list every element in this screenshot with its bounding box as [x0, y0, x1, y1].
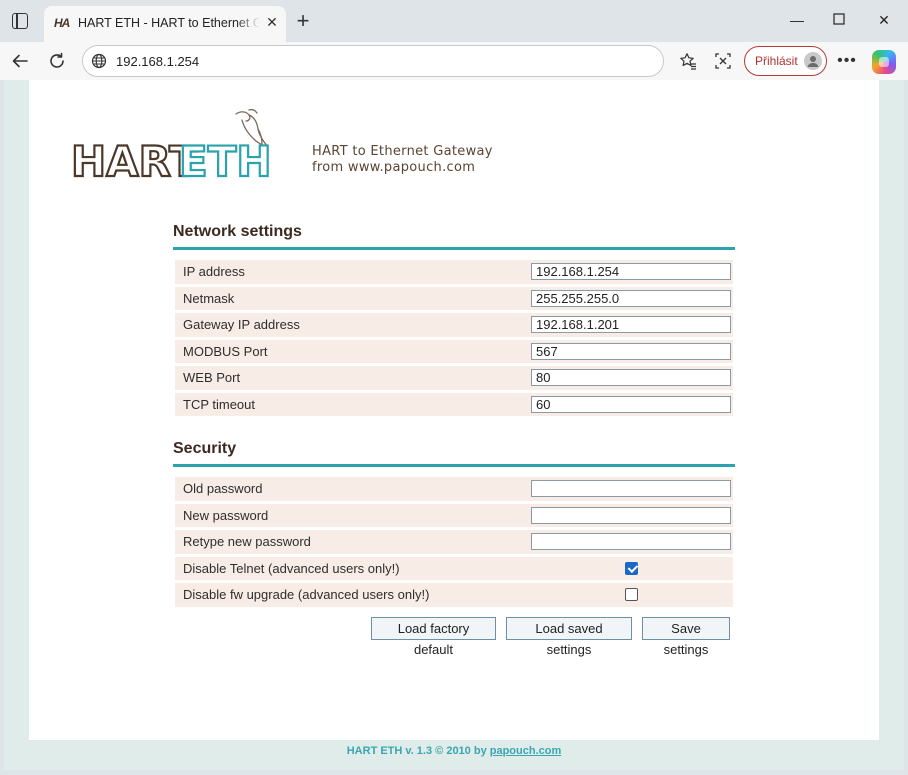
tcp-timeout-label: TCP timeout — [183, 396, 256, 412]
disable-fw-upgrade-label: Disable fw upgrade (advanced users only!… — [183, 587, 430, 602]
disable-telnet-checkbox[interactable] — [625, 561, 638, 575]
copilot-icon[interactable] — [872, 50, 896, 74]
security-table: Old password New password Retype new pas… — [175, 477, 733, 610]
screenshot-icon[interactable] — [713, 51, 733, 71]
minimize-icon[interactable]: — — [787, 10, 807, 30]
globe-icon — [91, 53, 107, 69]
table-row: Old password — [175, 477, 733, 501]
new-password-label: New password — [183, 507, 269, 523]
retype-password-label: Retype new password — [183, 534, 311, 549]
load-saved-settings-button[interactable]: Load saved settings — [506, 617, 632, 657]
close-tab-icon[interactable]: ✕ — [264, 14, 280, 30]
web-port-input[interactable] — [531, 369, 731, 386]
avatar-icon — [804, 52, 822, 70]
save-settings-button[interactable]: Save settings — [642, 617, 730, 657]
sign-in-button[interactable]: Přihlásit — [744, 46, 827, 76]
table-row: Disable Telnet (advanced users only!) — [175, 556, 733, 580]
table-row: TCP timeout — [175, 392, 733, 416]
security-title: Security — [173, 440, 735, 467]
tab-title: HART ETH - HART to Ethernet Gateway — [78, 16, 260, 30]
table-row: MODBUS Port — [175, 339, 733, 363]
table-row: IP address — [175, 260, 733, 284]
table-row: Retype new password — [175, 530, 733, 554]
browser-tab[interactable]: HA HART ETH - HART to Ethernet Gateway ✕ — [44, 6, 286, 42]
tagline: HART to Ethernet Gateway from www.papouc… — [312, 144, 493, 176]
modbus-port-input[interactable] — [531, 342, 731, 360]
table-row: New password — [175, 503, 733, 527]
more-options-icon[interactable]: ••• — [837, 51, 857, 71]
gateway-ip-label: Gateway IP address — [183, 317, 300, 332]
footer-text: HART ETH v. 1.3 © 2010 by — [346, 745, 490, 757]
logo-text-eth: ETH — [179, 137, 272, 180]
page-footer: HART ETH v. 1.3 © 2010 by papouch.com — [4, 745, 904, 757]
page-viewport: HART ETH HART to Ethernet Gateway from w… — [4, 80, 904, 770]
sign-in-label: Přihlásit — [755, 54, 798, 68]
footer-link[interactable]: papouch.com — [490, 745, 562, 757]
close-window-icon[interactable]: ✕ — [874, 10, 894, 30]
netmask-input[interactable] — [531, 289, 731, 307]
web-port-label: WEB Port — [183, 370, 241, 385]
table-row: Disable fw upgrade (advanced users only!… — [175, 583, 733, 607]
disable-fw-upgrade-checkbox[interactable] — [625, 588, 638, 601]
new-tab-icon[interactable]: + — [292, 10, 314, 32]
load-factory-default-button[interactable]: Load factory default — [371, 617, 496, 657]
table-row: Netmask — [175, 286, 733, 310]
retype-password-input[interactable] — [531, 533, 731, 550]
tab-actions-icon[interactable] — [12, 13, 28, 29]
tagline-line-1: HART to Ethernet Gateway — [312, 144, 493, 159]
tab-bar: HA HART ETH - HART to Ethernet Gateway ✕… — [0, 0, 908, 42]
favicon-icon: HA — [54, 16, 70, 30]
ip-address-input[interactable] — [531, 263, 731, 280]
modbus-port-label: MODBUS Port — [183, 343, 268, 359]
gateway-ip-input[interactable] — [531, 316, 731, 333]
ip-address-label: IP address — [183, 264, 245, 279]
hart-eth-logo: HART ETH — [71, 108, 273, 180]
table-row: WEB Port — [175, 366, 733, 390]
table-row: Gateway IP address — [175, 313, 733, 337]
favorites-star-icon[interactable] — [678, 51, 698, 71]
back-icon[interactable] — [9, 50, 31, 72]
reload-icon[interactable] — [46, 50, 68, 72]
disable-telnet-label: Disable Telnet (advanced users only!) — [183, 560, 400, 576]
browser-toolbar: 192.168.1.254 Přihlásit ••• — [0, 42, 908, 80]
old-password-label: Old password — [183, 481, 263, 496]
url-text: 192.168.1.254 — [116, 54, 200, 69]
netmask-label: Netmask — [183, 290, 235, 306]
page-content: HART ETH HART to Ethernet Gateway from w… — [29, 80, 879, 740]
address-bar[interactable]: 192.168.1.254 — [82, 45, 664, 77]
new-password-input[interactable] — [531, 506, 731, 524]
old-password-input[interactable] — [531, 480, 731, 497]
network-settings-table: IP address Netmask Gateway IP address MO… — [175, 260, 733, 419]
maximize-icon[interactable] — [829, 10, 849, 30]
tcp-timeout-input[interactable] — [531, 395, 731, 413]
tagline-line-2: from www.papouch.com — [312, 160, 476, 175]
network-settings-title: Network settings — [173, 223, 735, 250]
